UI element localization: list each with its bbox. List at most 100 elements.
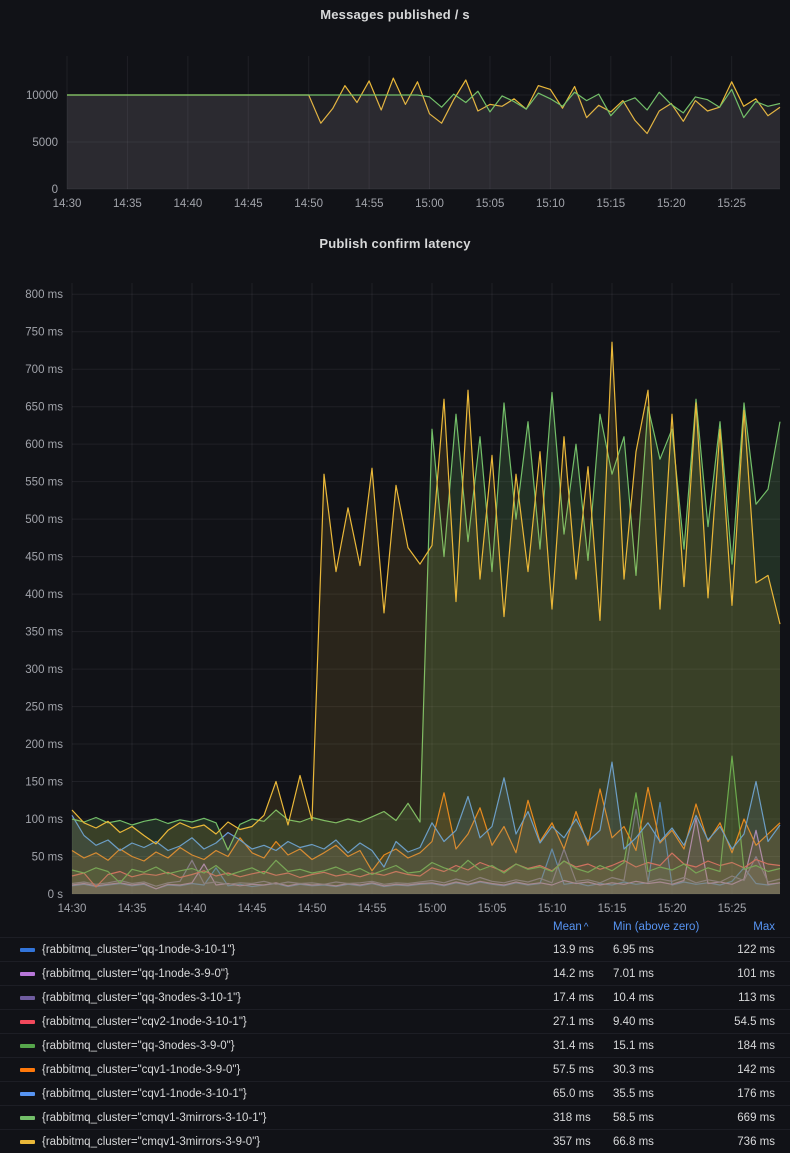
series-color-swatch[interactable] [20,1116,35,1120]
x-axis-tick-label: 14:40 [178,903,207,915]
x-axis-tick-label: 15:20 [658,903,687,915]
legend-row[interactable]: {rabbitmq_cluster="cmqv1-3mirrors-3-10-1… [0,1105,790,1129]
series-max-value: 101 ms [713,968,775,980]
x-axis-tick-label: 15:05 [478,903,507,915]
y-axis-tick-label: 0 [52,184,58,196]
x-axis-tick-label: 15:10 [538,903,567,915]
series-min-value: 30.3 ms [613,1064,713,1076]
series-min-value: 7.01 ms [613,968,713,980]
x-axis-tick-label: 15:05 [476,198,505,210]
series-max-value: 54.5 ms [713,1016,775,1028]
legend-row[interactable]: {rabbitmq_cluster="qq-3nodes-3-9-0"} 31.… [0,1033,790,1057]
x-axis-tick-label: 15:25 [717,198,746,210]
x-axis-tick-label: 14:30 [58,903,87,915]
series-color-swatch[interactable] [20,1020,35,1024]
series-mean-value: 318 ms [553,1112,613,1124]
series-min-value: 58.5 ms [613,1112,713,1124]
series-max-value: 184 ms [713,1040,775,1052]
grafana-dashboard: { "theme": { "background": "#111217", "t… [0,0,790,1144]
x-axis-tick-label: 14:50 [298,903,327,915]
y-axis-tick-label: 100 ms [25,814,63,826]
series-color-swatch[interactable] [20,1140,35,1144]
legend-header-min[interactable]: Min (above zero) [613,921,713,933]
series-color-swatch[interactable] [20,972,35,976]
series-max-value: 736 ms [713,1136,775,1148]
series-color-swatch[interactable] [20,948,35,952]
chart-area-cmqv1-3mirrors-3-9-0 [72,342,780,894]
series-label[interactable]: {rabbitmq_cluster="cmqv1-3mirrors-3-9-0"… [42,1136,553,1148]
series-label[interactable]: {rabbitmq_cluster="qq-1node-3-10-1"} [42,944,553,956]
x-axis-tick-label: 14:35 [113,198,142,210]
x-axis-tick-label: 15:10 [536,198,565,210]
series-mean-value: 57.5 ms [553,1064,613,1076]
series-min-value: 66.8 ms [613,1136,713,1148]
sort-asc-icon: ^ [584,922,589,933]
series-min-value: 10.4 ms [613,992,713,1004]
series-color-swatch[interactable] [20,1044,35,1048]
series-label[interactable]: {rabbitmq_cluster="cqv1-1node-3-9-0"} [42,1064,553,1076]
y-axis-tick-label: 750 ms [25,327,63,339]
legend-row[interactable]: {rabbitmq_cluster="cqv2-1node-3-10-1"} 2… [0,1009,790,1033]
series-max-value: 142 ms [713,1064,775,1076]
x-axis-tick-label: 14:55 [355,198,384,210]
x-axis-tick-label: 15:00 [418,903,447,915]
legend-row[interactable]: {rabbitmq_cluster="qq-1node-3-10-1"} 13.… [0,937,790,961]
y-axis-tick-label: 700 ms [25,364,63,376]
series-color-swatch[interactable] [20,1092,35,1096]
messages-published-chart[interactable]: 0 5000 10000 14:30 14:35 14:40 14:45 14:50 14:55… [0,0,790,215]
y-axis-tick-label: 600 ms [25,439,63,451]
series-max-value: 669 ms [713,1112,775,1124]
series-min-value: 9.40 ms [613,1016,713,1028]
legend-header-max[interactable]: Max [713,921,775,933]
publish-confirm-latency-chart[interactable]: 0 s50 ms100 ms150 ms200 ms250 ms300 ms35… [0,260,790,922]
legend-table: Mean^ Min (above zero) Max {rabbitmq_clu… [0,916,790,1153]
series-label[interactable]: {rabbitmq_cluster="qq-1node-3-9-0"} [42,968,553,980]
series-mean-value: 27.1 ms [553,1016,613,1028]
y-axis-tick-label: 200 ms [25,739,63,751]
series-label[interactable]: {rabbitmq_cluster="qq-3nodes-3-9-0"} [42,1040,553,1052]
x-axis-tick-label: 14:40 [173,198,202,210]
legend-header-mean-label: Mean [553,921,582,933]
legend-header-row: Mean^ Min (above zero) Max [0,916,790,937]
legend-row[interactable]: {rabbitmq_cluster="cmqv1-3mirrors-3-9-0"… [0,1129,790,1153]
legend-row[interactable]: {rabbitmq_cluster="qq-1node-3-9-0"} 14.2… [0,961,790,985]
series-label[interactable]: {rabbitmq_cluster="cmqv1-3mirrors-3-10-1… [42,1112,553,1124]
legend-row[interactable]: {rabbitmq_cluster="qq-3nodes-3-10-1"} 17… [0,985,790,1009]
series-mean-value: 13.9 ms [553,944,613,956]
y-axis-tick-label: 300 ms [25,664,63,676]
series-min-value: 35.5 ms [613,1088,713,1100]
y-axis-tick-label: 650 ms [25,402,63,414]
legend-row[interactable]: {rabbitmq_cluster="cqv1-1node-3-10-1"} 6… [0,1081,790,1105]
x-axis-tick-label: 14:35 [118,903,147,915]
x-axis-tick-label: 14:45 [234,198,263,210]
series-color-swatch[interactable] [20,996,35,1000]
series-mean-value: 31.4 ms [553,1040,613,1052]
x-axis-tick-label: 15:15 [598,903,627,915]
series-color-swatch[interactable] [20,1068,35,1072]
y-axis-tick-label: 5000 [32,137,58,149]
series-label[interactable]: {rabbitmq_cluster="qq-3nodes-3-10-1"} [42,992,553,1004]
y-axis-tick-label: 450 ms [25,552,63,564]
y-axis-tick-label: 800 ms [25,289,63,301]
x-axis-tick-label: 15:25 [718,903,747,915]
series-mean-value: 65.0 ms [553,1088,613,1100]
series-max-value: 113 ms [713,992,775,1004]
y-axis-tick-label: 250 ms [25,702,63,714]
series-label[interactable]: {rabbitmq_cluster="cqv1-1node-3-10-1"} [42,1088,553,1100]
series-mean-value: 17.4 ms [553,992,613,1004]
series-label[interactable]: {rabbitmq_cluster="cqv2-1node-3-10-1"} [42,1016,553,1028]
y-axis-tick-label: 500 ms [25,514,63,526]
series-max-value: 122 ms [713,944,775,956]
x-axis-tick-label: 14:30 [53,198,82,210]
y-axis-tick-label: 10000 [26,90,58,102]
series-min-value: 6.95 ms [613,944,713,956]
legend-row[interactable]: {rabbitmq_cluster="cqv1-1node-3-9-0"} 57… [0,1057,790,1081]
x-axis-tick-label: 15:00 [415,198,444,210]
legend-header-mean[interactable]: Mean^ [553,921,613,933]
y-axis-tick-label: 550 ms [25,477,63,489]
x-axis-tick-label: 14:50 [294,198,323,210]
series-min-value: 15.1 ms [613,1040,713,1052]
panel-title-latency: Publish confirm latency [0,236,790,251]
y-axis-tick-label: 400 ms [25,589,63,601]
x-axis-tick-label: 15:15 [596,198,625,210]
